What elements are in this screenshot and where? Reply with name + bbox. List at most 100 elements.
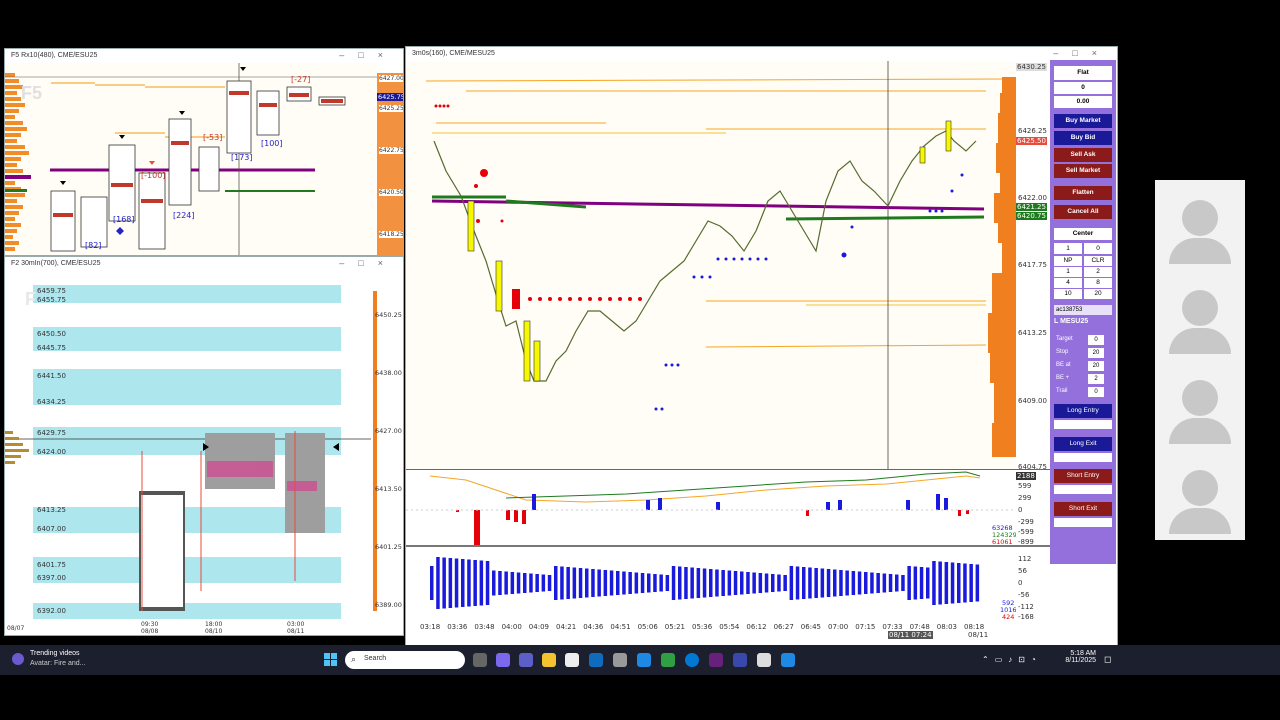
f2-price-label: 6450.50 [37, 330, 66, 338]
edge-icon[interactable] [685, 653, 699, 667]
trail-input[interactable]: 0 [1088, 387, 1104, 397]
notification-icon[interactable]: ◻ [1104, 654, 1111, 665]
time-axis-label: 05:21 [664, 623, 685, 631]
file-explorer-icon[interactable] [542, 653, 556, 667]
participant-avatar[interactable] [1155, 270, 1245, 360]
indicator-axis-label: 599 [1018, 482, 1032, 490]
news-subtitle: Avatar: Fire and... [30, 660, 86, 667]
histogram-bar [523, 573, 527, 593]
f5-price-axis[interactable]: 6427.00 6425.75 6425.25 6422.75 6420.50 … [377, 63, 404, 255]
target-input[interactable]: 0 [1088, 335, 1104, 345]
histogram-bar [771, 574, 775, 592]
start-button[interactable] [324, 653, 338, 667]
time-axis-label: 04:09 [528, 623, 549, 631]
participant-avatar[interactable] [1155, 450, 1245, 540]
f2-chart-area[interactable]: F 6459.75 6455.75 6450.50 6445.75 6441.5… [5, 271, 371, 621]
center-button[interactable]: Center [1054, 228, 1112, 240]
be-at-input[interactable]: 20 [1088, 361, 1104, 371]
search-box[interactable]: ⌕ Search [345, 651, 465, 669]
time-axis-label: 06:45 [800, 623, 821, 631]
order-entry-panel: Flat 0 0.00 Buy Market Buy Bid Sell Ask … [1050, 60, 1116, 564]
buy-bid-button[interactable]: Buy Bid [1054, 131, 1112, 145]
f2-price-axis[interactable]: 6450.25 6438.00 6427.00 6413.50 6401.25 … [371, 271, 403, 621]
window-controls[interactable]: –□× [339, 258, 397, 268]
sell-ask-button[interactable]: Sell Ask [1054, 148, 1112, 162]
histogram-bar [870, 572, 874, 594]
participant-avatar[interactable] [1155, 360, 1245, 450]
f2-price-label: 6392.00 [37, 607, 66, 615]
store-icon[interactable] [565, 653, 579, 667]
qty-preset-button[interactable]: 8 [1084, 278, 1112, 288]
time-axis-label: 04:51 [610, 623, 631, 631]
histogram-bar [696, 568, 701, 598]
main-price-chart[interactable] [406, 61, 1016, 469]
teams-icon[interactable] [519, 653, 533, 667]
histogram-axis[interactable]: 112 56 0 -56 -112 -168 [1016, 545, 1050, 621]
f5-axis-label: 6418.25 [379, 231, 404, 238]
qty-preset-button[interactable]: 10 [1054, 289, 1082, 299]
qty-preset-button[interactable]: 1 [1054, 267, 1082, 277]
be-plus-label: BE + [1056, 375, 1070, 381]
window-controls[interactable]: –□× [1053, 48, 1111, 58]
histogram-bar [498, 571, 502, 595]
histogram-bar [702, 568, 707, 598]
main-axis-label: 6413.25 [1018, 329, 1047, 337]
clock[interactable]: 5:18 AM 8/11/2025 [1064, 650, 1096, 664]
copilot-icon[interactable] [496, 653, 510, 667]
app-icon[interactable] [757, 653, 771, 667]
cancel-all-button[interactable]: Cancel All [1054, 205, 1112, 219]
app-icon[interactable] [637, 653, 651, 667]
short-entry-select[interactable] [1054, 485, 1112, 494]
f2-price-label: 6445.75 [37, 344, 66, 352]
f2-time-axis[interactable]: 08/07 09:30 08/08 18:00 08/10 03:00 08/1… [5, 621, 403, 635]
qty-input[interactable]: 1 [1054, 243, 1082, 254]
sell-market-button[interactable]: Sell Market [1054, 164, 1112, 178]
task-view-icon[interactable] [473, 653, 487, 667]
be-plus-input[interactable]: 2 [1088, 374, 1104, 384]
f5-chart-area[interactable]: F5 [-27] [-53] [-100] [173] [100] [168] … [5, 63, 377, 255]
histogram-bar [950, 562, 955, 604]
long-entry-button[interactable]: Long Entry [1054, 404, 1112, 418]
main-indicator-pane[interactable]: 63268 124329 61061 [406, 469, 1017, 546]
participant-avatar[interactable] [1155, 180, 1245, 270]
f5-axis-label: 6425.25 [379, 105, 404, 112]
outlook-icon[interactable] [589, 653, 603, 667]
account-select[interactable]: ac138753 [1054, 305, 1112, 315]
time-axis-label: 08:03 [936, 623, 957, 631]
buy-market-button[interactable]: Buy Market [1054, 114, 1112, 128]
histogram-bar [845, 570, 849, 596]
short-exit-select[interactable] [1054, 518, 1112, 527]
qty-preset-button[interactable]: 2 [1084, 267, 1112, 277]
main-price-axis[interactable]: 6430.25 6426.25 6425.50 6422.00 6421.25 … [1016, 61, 1050, 471]
main-time-axis[interactable]: 03:18 03:36 03:48 04:00 04:09 04:21 04:36 04:51… [406, 621, 1050, 641]
f5-chart-window: F5 Rx10(480), CME/ESU25 –□× F5 [-27] [-5… [4, 48, 404, 256]
short-entry-button[interactable]: Short Entry [1054, 469, 1112, 483]
visual-studio-icon[interactable] [709, 653, 723, 667]
profile-label: [82] [85, 241, 102, 250]
f5-watermark: F5 [21, 83, 43, 103]
stop-input[interactable]: 20 [1088, 348, 1104, 358]
histogram-bar [721, 570, 725, 596]
indicator-axis[interactable]: 2188 599 299 0 -299 -599 -899 [1016, 469, 1050, 546]
qty-preset-button[interactable]: 4 [1054, 278, 1082, 288]
app-icon[interactable] [781, 653, 795, 667]
histogram-bar [901, 575, 905, 591]
np-button[interactable]: NP [1054, 256, 1082, 266]
long-exit-button[interactable]: Long Exit [1054, 437, 1112, 451]
active-app-icon[interactable] [733, 653, 747, 667]
settings-icon[interactable] [613, 653, 627, 667]
qty-preset-button[interactable]: 20 [1084, 289, 1112, 299]
clr-button[interactable]: CLR [1084, 256, 1112, 266]
short-exit-button[interactable]: Short Exit [1054, 502, 1112, 516]
long-entry-select[interactable] [1054, 420, 1112, 429]
f2-watermark: F [25, 289, 36, 309]
long-exit-select[interactable] [1054, 453, 1112, 462]
main-histogram-pane[interactable]: 592 1016 424 [406, 545, 1017, 621]
f2-price-label: 6397.00 [37, 574, 66, 582]
window-controls[interactable]: –□× [339, 50, 397, 60]
browser-icon[interactable] [661, 653, 675, 667]
system-tray[interactable]: ⌃▭♪⊡◔ [982, 655, 1042, 664]
histogram-bar [932, 561, 936, 605]
histogram-bar [783, 575, 787, 591]
flatten-button[interactable]: Flatten [1054, 186, 1112, 200]
